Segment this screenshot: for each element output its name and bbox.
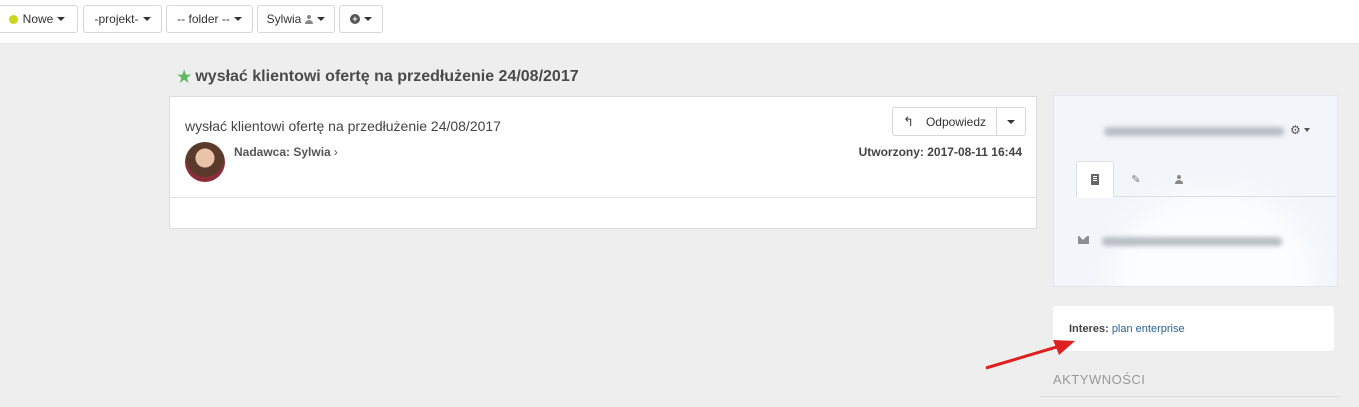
folder-label: -- folder -- <box>177 12 230 26</box>
chevron-down-icon <box>317 17 326 21</box>
chevron-down-icon <box>57 17 66 21</box>
star-icon[interactable]: ★ <box>177 67 191 87</box>
tab-company[interactable] <box>1076 161 1114 198</box>
contact-tabs: ✎ <box>1076 161 1336 198</box>
user-dropdown[interactable]: Sylwia <box>257 5 335 33</box>
project-label: -projekt- <box>94 12 139 26</box>
interes-label: Interes: <box>1069 323 1109 335</box>
created-date: Utworzony: 2017-08-11 16:44 <box>858 145 1022 159</box>
add-dropdown[interactable]: + <box>339 5 383 33</box>
chevron-down-icon <box>1303 128 1310 132</box>
message-divider <box>170 197 1036 198</box>
chevron-down-icon <box>142 17 151 21</box>
tab-person[interactable] <box>1160 161 1198 197</box>
top-toolbar: Nowe -projekt- -- folder -- Sylwia + <box>0 0 1359 44</box>
plus-circle-icon: + <box>350 14 360 24</box>
tab-notes[interactable]: ✎ <box>1117 161 1155 197</box>
chevron-down-icon <box>364 17 372 21</box>
reply-label: Odpowiedz <box>925 114 986 129</box>
chevron-down-icon <box>233 17 242 21</box>
project-dropdown[interactable]: -projekt- <box>83 5 162 33</box>
chevron-right-icon: › <box>333 145 338 159</box>
folder-dropdown[interactable]: -- folder -- <box>166 5 253 33</box>
arrow-line <box>985 344 1061 370</box>
status-label: Nowe <box>22 12 54 26</box>
annotation-arrow <box>985 340 1075 370</box>
status-dot-icon <box>8 14 18 24</box>
contact-name-redacted <box>1104 127 1284 136</box>
contact-panel: ⚙ ✎ <box>1053 95 1338 287</box>
sender-label: Nadawca: Sylwia <box>234 145 331 159</box>
message-subject: wysłać klientowi ofertę na przedłużenie … <box>185 118 501 134</box>
reply-button[interactable]: ↰ Odpowiedz <box>892 107 997 136</box>
building-icon <box>1091 174 1099 185</box>
contact-settings-dropdown[interactable]: ⚙ <box>1290 123 1310 137</box>
page-title-text: wysłać klientowi ofertę na przedłużenie … <box>195 68 579 85</box>
user-icon <box>305 14 314 24</box>
arrow-head <box>1053 340 1075 355</box>
interes-line: Interes: plan enterprise <box>1069 323 1185 335</box>
edit-icon: ✎ <box>1131 173 1141 186</box>
interes-link[interactable]: plan enterprise <box>1112 323 1185 335</box>
envelope-icon <box>1078 236 1089 244</box>
user-label: Sylwia <box>266 12 302 26</box>
page-title: ★ wysłać klientowi ofertę na przedłużeni… <box>177 67 579 87</box>
status-dropdown[interactable]: Nowe <box>0 5 78 33</box>
activity-divider <box>1040 396 1340 397</box>
reply-icon: ↰ <box>903 113 914 129</box>
contact-email-redacted[interactable] <box>1102 237 1282 246</box>
gear-icon: ⚙ <box>1290 123 1301 137</box>
avatar <box>185 142 225 182</box>
reply-button-group: ↰ Odpowiedz <box>892 107 1026 136</box>
user-icon <box>1175 174 1183 184</box>
chevron-down-icon <box>1007 119 1015 124</box>
reply-options-button[interactable] <box>997 107 1026 136</box>
sender-link[interactable]: Nadawca: Sylwia › <box>234 145 338 159</box>
interes-box: Interes: plan enterprise <box>1053 306 1334 351</box>
message-card: wysłać klientowi ofertę na przedłużenie … <box>169 96 1037 229</box>
